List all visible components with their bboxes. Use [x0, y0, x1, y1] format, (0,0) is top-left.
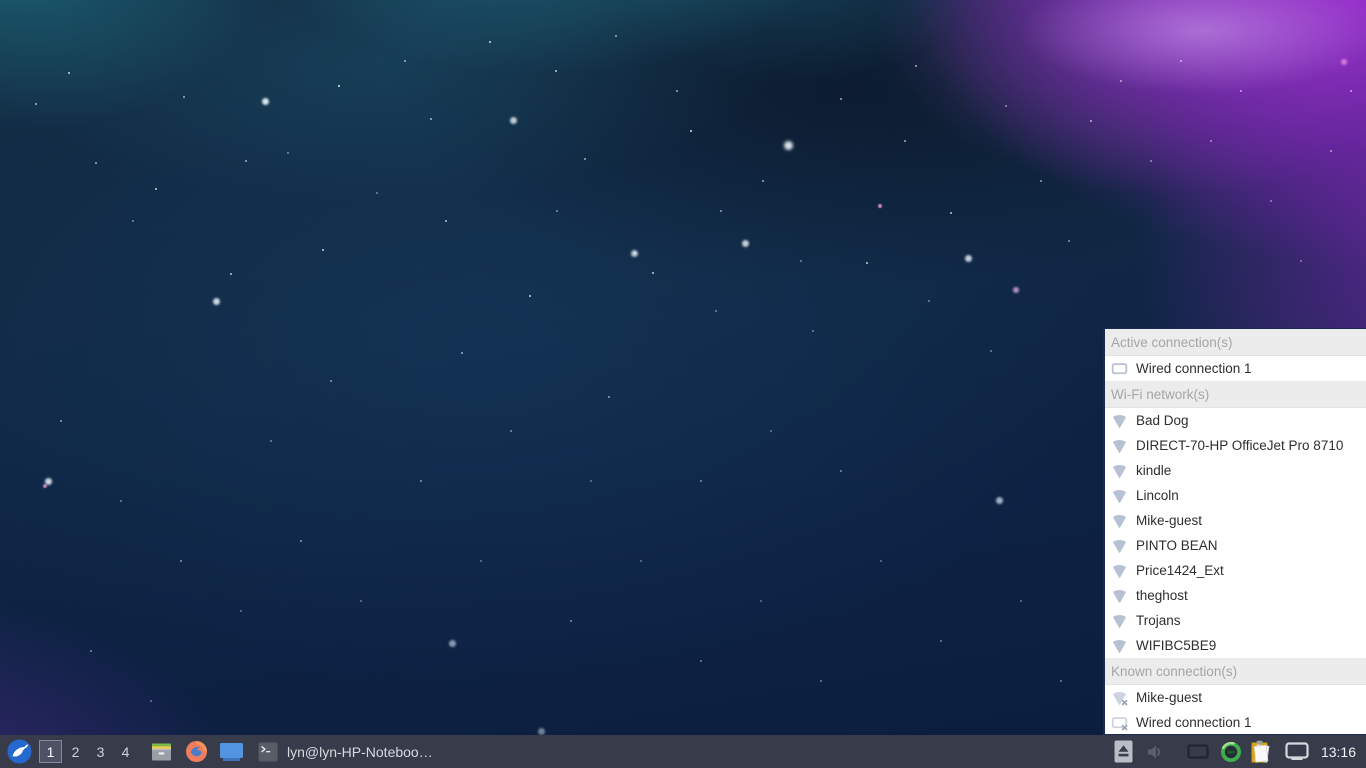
- menu-item-wired-connection-1[interactable]: Wired connection 1: [1105, 710, 1366, 735]
- workspace-button-2[interactable]: 2: [64, 740, 87, 763]
- menu-section-header: Known connection(s): [1105, 658, 1366, 685]
- eject-icon[interactable]: [1114, 740, 1133, 763]
- quick-launch: [148, 739, 244, 765]
- workspace-button-3[interactable]: 3: [89, 740, 112, 763]
- menu-item-label: Lincoln: [1136, 488, 1179, 503]
- wifi-icon: [1111, 437, 1128, 454]
- clock[interactable]: 13:16: [1321, 744, 1356, 760]
- clipboard-icon[interactable]: [1250, 740, 1272, 764]
- menu-item-mike-guest[interactable]: Mike-guest: [1105, 685, 1366, 710]
- green-status-icon[interactable]: [1220, 741, 1242, 763]
- menu-section-header: Wi-Fi network(s): [1105, 381, 1366, 408]
- menu-item-label: DIRECT-70-HP OfficeJet Pro 8710: [1136, 438, 1343, 453]
- wifi-icon: [1111, 512, 1128, 529]
- menu-item-label: theghost: [1136, 588, 1188, 603]
- wifi-icon: [1111, 587, 1128, 604]
- wired-known-icon: [1111, 714, 1128, 731]
- workspace-button-1[interactable]: 1: [39, 740, 62, 763]
- menu-item-direct-70-hp-officejet-pro-8710[interactable]: DIRECT-70-HP OfficeJet Pro 8710: [1105, 433, 1366, 458]
- terminal-window-icon: [258, 742, 278, 762]
- wifi-icon: [1111, 612, 1128, 629]
- menu-item-trojans[interactable]: Trojans: [1105, 608, 1366, 633]
- volume-icon[interactable]: [1145, 742, 1165, 762]
- file-manager-icon: [151, 743, 172, 761]
- star-field-pink: [0, 0, 4, 4]
- menu-item-lincoln[interactable]: Lincoln: [1105, 483, 1366, 508]
- menu-item-pinto-bean[interactable]: PINTO BEAN: [1105, 533, 1366, 558]
- menu-item-price1424-ext[interactable]: Price1424_Ext: [1105, 558, 1366, 583]
- wifi-icon: [1111, 462, 1128, 479]
- menu-item-label: Mike-guest: [1136, 513, 1202, 528]
- menu-item-wifibc5be9[interactable]: WIFIBC5BE9: [1105, 633, 1366, 658]
- wired-icon: [1111, 360, 1128, 377]
- file-manager-launcher[interactable]: [148, 739, 174, 765]
- start-menu-button[interactable]: [6, 739, 32, 765]
- menu-item-label: Wired connection 1: [1136, 715, 1252, 730]
- wifi-icon: [1111, 412, 1128, 429]
- wifi-icon: [1111, 537, 1128, 554]
- wifi-icon: [1111, 487, 1128, 504]
- system-tray: 13:16: [1114, 740, 1360, 764]
- qterminal-icon: [219, 742, 244, 762]
- menu-item-label: Trojans: [1136, 613, 1181, 628]
- menu-item-label: Mike-guest: [1136, 690, 1202, 705]
- network-monitor-dim-icon[interactable]: [1187, 744, 1209, 760]
- desktop-monitor-icon[interactable]: [1285, 742, 1309, 761]
- workspace-switcher: 1234: [39, 740, 137, 763]
- network-manager-popup: Active connection(s) Wired connection 1 Wi…: [1103, 328, 1366, 735]
- menu-item-label: Price1424_Ext: [1136, 563, 1224, 578]
- wifi-icon: [1111, 637, 1128, 654]
- menu-item-label: WIFIBC5BE9: [1136, 638, 1216, 653]
- desktop: Active connection(s) Wired connection 1 Wi…: [0, 0, 1366, 768]
- menu-item-wired-connection-1[interactable]: Wired connection 1: [1105, 356, 1366, 381]
- menu-item-label: Wired connection 1: [1136, 361, 1252, 376]
- task-button-terminal[interactable]: lyn@lyn-HP-Noteboo…: [258, 742, 433, 762]
- menu-item-label: Bad Dog: [1136, 413, 1189, 428]
- menu-item-label: PINTO BEAN: [1136, 538, 1218, 553]
- menu-section-header: Active connection(s): [1105, 329, 1366, 356]
- firefox-icon: [185, 740, 208, 763]
- menu-item-theghost[interactable]: theghost: [1105, 583, 1366, 608]
- wifi-icon: [1111, 562, 1128, 579]
- task-button-label: lyn@lyn-HP-Noteboo…: [287, 744, 433, 760]
- wifi-known-icon: [1111, 689, 1128, 706]
- menu-item-label: kindle: [1136, 463, 1171, 478]
- firefox-launcher[interactable]: [183, 739, 209, 765]
- menu-item-mike-guest[interactable]: Mike-guest: [1105, 508, 1366, 533]
- terminal-launcher[interactable]: [218, 739, 244, 765]
- taskbar: 1234: [0, 735, 1366, 768]
- workspace-button-4[interactable]: 4: [114, 740, 137, 763]
- lxqt-logo-icon: [7, 739, 32, 764]
- menu-item-bad-dog[interactable]: Bad Dog: [1105, 408, 1366, 433]
- menu-item-kindle[interactable]: kindle: [1105, 458, 1366, 483]
